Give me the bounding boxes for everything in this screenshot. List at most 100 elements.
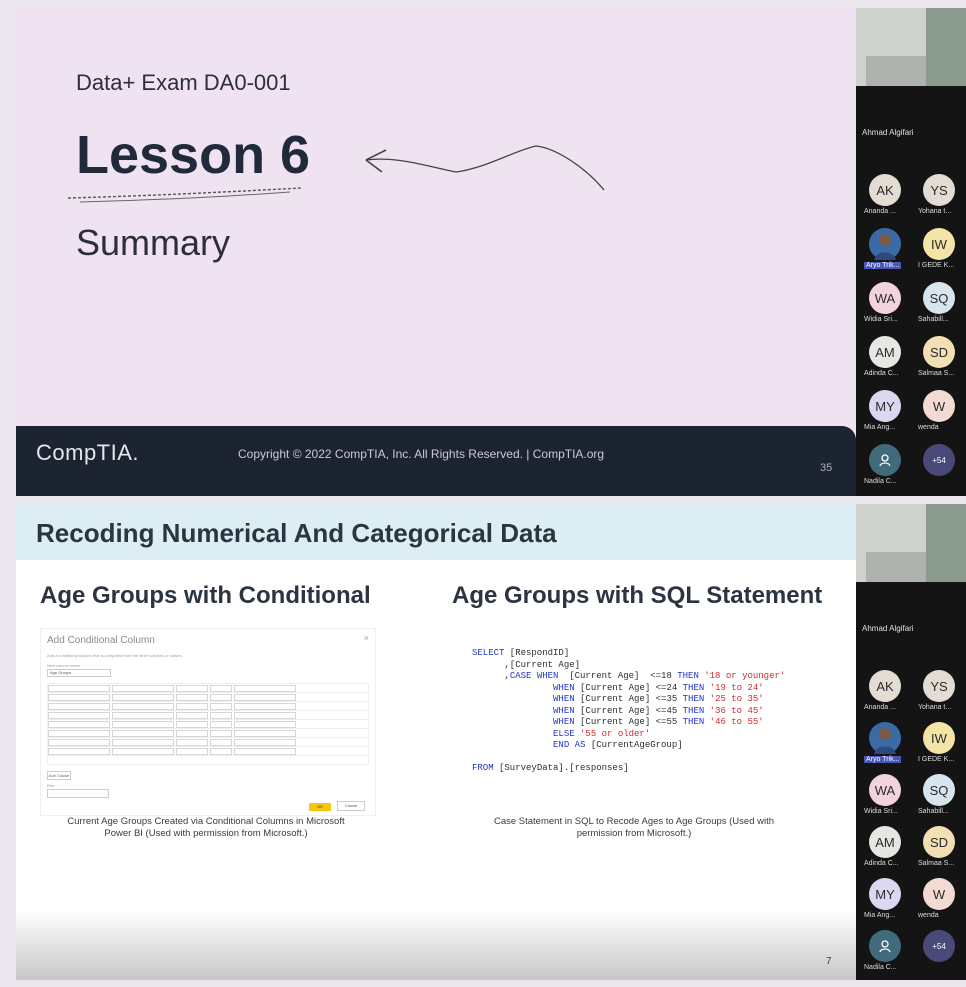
host-name: Ahmad Algifari [862, 624, 914, 633]
sql-keyword: THEN [682, 682, 705, 693]
avatar: AM [869, 336, 901, 368]
sql-text: [SurveyData].[responses] [493, 763, 629, 773]
participant-tile[interactable]: Aryo Trik... [860, 228, 910, 276]
participant-tile[interactable]: SD Salmaa S... [914, 336, 964, 384]
clause-row [48, 711, 368, 720]
slide-header: Recoding Numerical And Categorical Data [16, 504, 856, 560]
sql-keyword: THEN [682, 705, 705, 716]
slide-footer: CompTIA. Copyright © 2022 CompTIA, Inc. … [16, 426, 856, 496]
participant-tile[interactable]: IW I GEDE K... [914, 722, 964, 770]
participant-name: wenda [918, 912, 939, 919]
sql-text: [Current Age] <=45 [574, 705, 683, 716]
clause-row [48, 729, 368, 738]
participant-tile[interactable]: Nadila C... [860, 444, 910, 492]
participant-name: Ananda ... [864, 704, 896, 711]
participant-tile[interactable]: MY Mia Ang... [860, 878, 910, 926]
participant-tile[interactable]: YS Yohana t... [914, 670, 964, 718]
sql-text: [Current Age] <=35 [574, 694, 683, 704]
participant-tile[interactable]: YS Yohana t... [914, 174, 964, 222]
participant-tile[interactable]: SQ Sahabill... [914, 282, 964, 330]
more-participants-button[interactable]: +54 [914, 444, 964, 492]
avatar-photo [869, 228, 901, 260]
avatar-photo [869, 722, 901, 754]
sql-keyword: CASE WHEN [509, 671, 559, 681]
conditional-column-dialog: Add Conditional Column × Add a condition… [40, 628, 376, 816]
host-video[interactable] [856, 504, 966, 582]
participant-tile[interactable]: Nadila C... [860, 930, 910, 978]
slide-title: Recoding Numerical And Categorical Data [36, 518, 557, 548]
clause-row [48, 702, 368, 711]
left-heading: Age Groups with Conditional [40, 582, 371, 609]
add-clause-button: Add Clause [47, 771, 71, 780]
sql-code-block: SELECT [RespondID] ,[Current Age] ,CASE … [472, 648, 785, 775]
sql-text: ,[Current Age] [472, 659, 581, 670]
participant-tile[interactable]: SD Salmaa S... [914, 826, 964, 874]
sql-keyword: THEN [677, 671, 699, 681]
clause-row [48, 693, 368, 702]
sql-keyword: ELSE [553, 728, 575, 739]
meeting-panel-top: Data+ Exam DA0-001 Lesson 6 Summary Comp… [16, 8, 966, 496]
sql-string: '25 to 35' [704, 694, 764, 704]
participant-name: Adinda C... [864, 860, 899, 867]
sql-keyword: WHEN [553, 694, 575, 704]
participant-name: Sahabill... [918, 808, 949, 815]
else-field [47, 789, 109, 798]
dialog-description: Add a conditional column that is compute… [47, 653, 183, 658]
participant-name: Aryo Trik... [864, 262, 902, 269]
sql-keyword: FROM [472, 763, 494, 773]
participant-tile[interactable]: WA Widia Sri... [860, 774, 910, 822]
sql-string: '46 to 55' [704, 717, 764, 727]
sql-keyword: WHEN [553, 705, 575, 716]
host-name: Ahmad Algifari [862, 128, 914, 137]
cancel-button: Cancel [337, 801, 365, 811]
avatar: IW [923, 228, 955, 260]
sql-string: '19 to 24' [704, 682, 764, 693]
participant-name: Salmaa S... [918, 860, 955, 867]
slide-recoding-data: Recoding Numerical And Categorical Data … [16, 504, 856, 980]
participant-tile[interactable]: Aryo Trik... [860, 722, 910, 770]
dialog-title: Add Conditional Column [47, 635, 155, 646]
avatar: AK [869, 174, 901, 206]
sql-string: '36 to 45' [704, 705, 764, 716]
right-caption: Case Statement in SQL to Recode Ages to … [493, 816, 775, 839]
participant-name: Adinda C... [864, 370, 899, 377]
participant-tile[interactable]: AK Ananda ... [860, 670, 910, 718]
avatar: WA [869, 282, 901, 314]
participant-name: Widia Sri... [864, 808, 898, 815]
participant-tile[interactable]: MY Mia Ang... [860, 390, 910, 438]
participant-tile[interactable]: W wenda [914, 878, 964, 926]
window-image [926, 504, 966, 582]
sql-keyword: SELECT [472, 648, 505, 658]
sql-text: [CurrentAgeGroup] [585, 740, 683, 750]
clause-rows [47, 683, 369, 765]
participant-name: I GEDE K... [918, 262, 955, 269]
annotation-arrow-icon [67, 145, 605, 203]
user-icon [869, 930, 901, 962]
avatar: W [923, 878, 955, 910]
participant-tile[interactable]: W wenda [914, 390, 964, 438]
copyright-text: Copyright © 2022 CompTIA, Inc. All Right… [238, 447, 605, 461]
more-count: +54 [923, 444, 955, 476]
participant-tile[interactable]: AK Ananda ... [860, 174, 910, 222]
sql-keyword: WHEN [553, 682, 575, 693]
avatar: WA [869, 774, 901, 806]
ok-button: OK [309, 803, 331, 811]
host-video[interactable] [856, 8, 966, 86]
close-icon: × [363, 633, 369, 643]
column-name-label: New column name [47, 663, 81, 668]
clause-row [48, 720, 368, 729]
participant-tile[interactable]: IW I GEDE K... [914, 228, 964, 276]
more-participants-button[interactable]: +54 [914, 930, 964, 978]
sql-text: [Current Age] <=55 [574, 717, 683, 727]
participant-tile[interactable]: AM Adinda C... [860, 826, 910, 874]
avatar: SQ [923, 774, 955, 806]
avatar: SD [923, 336, 955, 368]
participant-tile[interactable]: SQ Sahabill... [914, 774, 964, 822]
participant-name: Aryo Trik... [864, 756, 902, 763]
sql-keyword: WHEN [553, 717, 575, 727]
participant-name: Salmaa S... [918, 370, 955, 377]
sql-string: '55 or older' [574, 728, 651, 739]
participant-tile[interactable]: AM Adinda C... [860, 336, 910, 384]
participant-tile[interactable]: WA Widia Sri... [860, 282, 910, 330]
exam-subtitle: Data+ Exam DA0-001 [76, 70, 291, 95]
